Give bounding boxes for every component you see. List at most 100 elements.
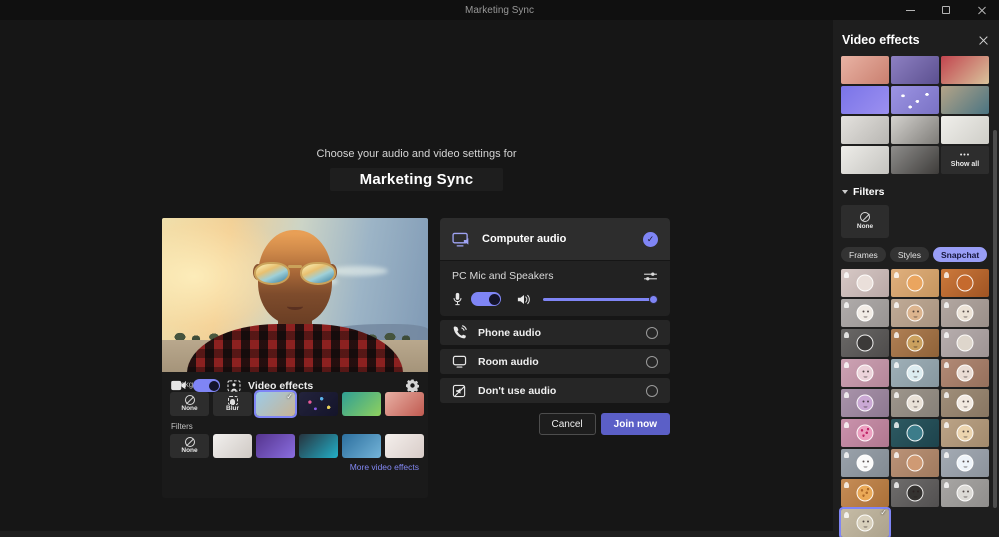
tab-styles[interactable]: Styles (890, 247, 929, 262)
snapchat-filter-tile-17[interactable] (891, 419, 939, 447)
filter-preview-circle (857, 395, 874, 412)
snapchat-filter-tile-7[interactable] (841, 329, 889, 357)
snapchat-filter-tile-24[interactable] (941, 479, 989, 507)
none-icon (185, 395, 195, 405)
close-panel-icon[interactable] (978, 35, 989, 46)
room-audio-radio[interactable] (646, 356, 658, 368)
filter-preview-circle (907, 365, 924, 382)
snapchat-filter-tile-14[interactable] (891, 389, 939, 417)
close-window-icon[interactable] (975, 3, 989, 17)
filter-preview-circle (957, 365, 974, 382)
effects-background-thumb-2[interactable] (891, 56, 939, 84)
filter-tile-1[interactable] (213, 434, 252, 458)
snapchat-filter-tile-13[interactable] (841, 389, 889, 417)
filter-preview-circle (907, 485, 924, 502)
snapchat-ghost-icon (844, 392, 849, 398)
filter-preview-circle (857, 275, 874, 292)
phone-audio-radio[interactable] (646, 327, 658, 339)
snapchat-filter-tile-22[interactable] (841, 479, 889, 507)
filter-preview-circle (907, 305, 924, 322)
snapchat-filter-tile-19[interactable] (841, 449, 889, 477)
snapchat-filter-tile-15[interactable] (941, 389, 989, 417)
snapchat-ghost-icon (894, 482, 899, 488)
cancel-button[interactable]: Cancel (539, 413, 596, 435)
tab-frames[interactable]: Frames (841, 247, 886, 262)
no-audio-radio[interactable] (646, 385, 658, 397)
computer-audio-option[interactable]: Computer audio ✓ (440, 218, 670, 260)
snapchat-ghost-icon (944, 422, 949, 428)
volume-slider[interactable] (543, 293, 658, 305)
snapchat-filter-tile-18[interactable] (941, 419, 989, 447)
join-now-button[interactable]: Join now (601, 413, 670, 435)
snapchat-filter-tile-12[interactable] (941, 359, 989, 387)
snapchat-filter-tile-5[interactable] (891, 299, 939, 327)
panel-scrollbar[interactable] (993, 130, 997, 508)
effects-background-thumb-9[interactable] (941, 116, 989, 144)
snapchat-filter-tile-6[interactable] (941, 299, 989, 327)
phone-audio-option[interactable]: Phone audio (440, 320, 670, 345)
show-all-button[interactable]: •••Show all (941, 146, 989, 174)
device-settings-icon[interactable] (643, 271, 658, 282)
settings-gear-icon[interactable] (406, 379, 419, 392)
snapchat-ghost-icon (894, 392, 899, 398)
filter-preview-circle (907, 335, 924, 352)
snapchat-filter-tile-8[interactable] (891, 329, 939, 357)
snapchat-filter-tile-23[interactable] (891, 479, 939, 507)
phone-audio-icon (452, 325, 467, 340)
effects-background-thumb-6[interactable] (941, 86, 989, 114)
video-preview-card: Video effects Backgrounds NoneBlur✓ Filt… (162, 218, 428, 498)
filter-tile-4[interactable] (342, 434, 381, 458)
filter-tile-5[interactable] (385, 434, 424, 458)
effects-background-thumb-10[interactable] (841, 146, 889, 174)
mic-toggle[interactable] (471, 292, 501, 306)
snapchat-filter-tile-4[interactable] (841, 299, 889, 327)
filter-preview-circle (957, 395, 974, 412)
background-tile-4[interactable] (342, 392, 381, 416)
more-video-effects-link[interactable]: More video effects (162, 458, 428, 472)
background-tile-none[interactable]: None (170, 392, 209, 416)
filter-tile-2[interactable] (256, 434, 295, 458)
audio-settings-column: Computer audio ✓ PC Mic and Speakers (440, 218, 670, 435)
background-tile-2[interactable]: ✓ (256, 392, 295, 416)
tab-snapchat[interactable]: Snapchat (933, 247, 987, 262)
snapchat-filter-tile-11[interactable] (891, 359, 939, 387)
window-bottom-edge (0, 531, 833, 537)
snapchat-filter-tile-2[interactable] (891, 269, 939, 297)
background-tile-blur[interactable]: Blur (213, 392, 252, 416)
effects-background-thumb-5[interactable] (891, 86, 939, 114)
snapchat-filter-tile-20[interactable] (891, 449, 939, 477)
snapchat-ghost-icon (944, 392, 949, 398)
effects-background-thumb-7[interactable] (841, 116, 889, 144)
snapchat-filter-tile-25[interactable]: ✓ (841, 509, 889, 537)
selected-check-icon: ✓ (880, 508, 887, 517)
background-tile-3[interactable] (299, 392, 338, 416)
camera-toggle[interactable] (193, 379, 220, 392)
snapchat-filter-tile-16[interactable] (841, 419, 889, 447)
snapchat-filter-tile-3[interactable] (941, 269, 989, 297)
effects-background-thumb-3[interactable] (941, 56, 989, 84)
filter-tile-3[interactable] (299, 434, 338, 458)
snapchat-ghost-icon (944, 272, 949, 278)
effects-background-thumb-11[interactable] (891, 146, 939, 174)
video-effects-label: Video effects (248, 380, 313, 392)
effects-background-thumb-4[interactable] (841, 86, 889, 114)
effects-background-thumb-1[interactable] (841, 56, 889, 84)
effects-filters-header[interactable]: Filters (833, 174, 999, 200)
minimize-icon[interactable] (903, 3, 917, 17)
filter-none-tile[interactable]: None (841, 205, 889, 238)
room-audio-option[interactable]: Room audio (440, 349, 670, 374)
maximize-icon[interactable] (939, 3, 953, 17)
snapchat-filter-tile-21[interactable] (941, 449, 989, 477)
filter-preview-circle (857, 455, 874, 472)
computer-audio-icon (452, 232, 471, 247)
background-tile-5[interactable] (385, 392, 424, 416)
filter-preview-circle (907, 275, 924, 292)
effects-background-thumb-8[interactable] (891, 116, 939, 144)
filter-tile-none[interactable]: None (170, 434, 209, 458)
snapchat-filter-tile-1[interactable] (841, 269, 889, 297)
blur-icon (228, 396, 238, 405)
snapchat-filter-tile-9[interactable] (941, 329, 989, 357)
snapchat-filter-tile-10[interactable] (841, 359, 889, 387)
selected-check-icon: ✓ (286, 392, 293, 401)
no-audio-option[interactable]: Don't use audio (440, 378, 670, 403)
